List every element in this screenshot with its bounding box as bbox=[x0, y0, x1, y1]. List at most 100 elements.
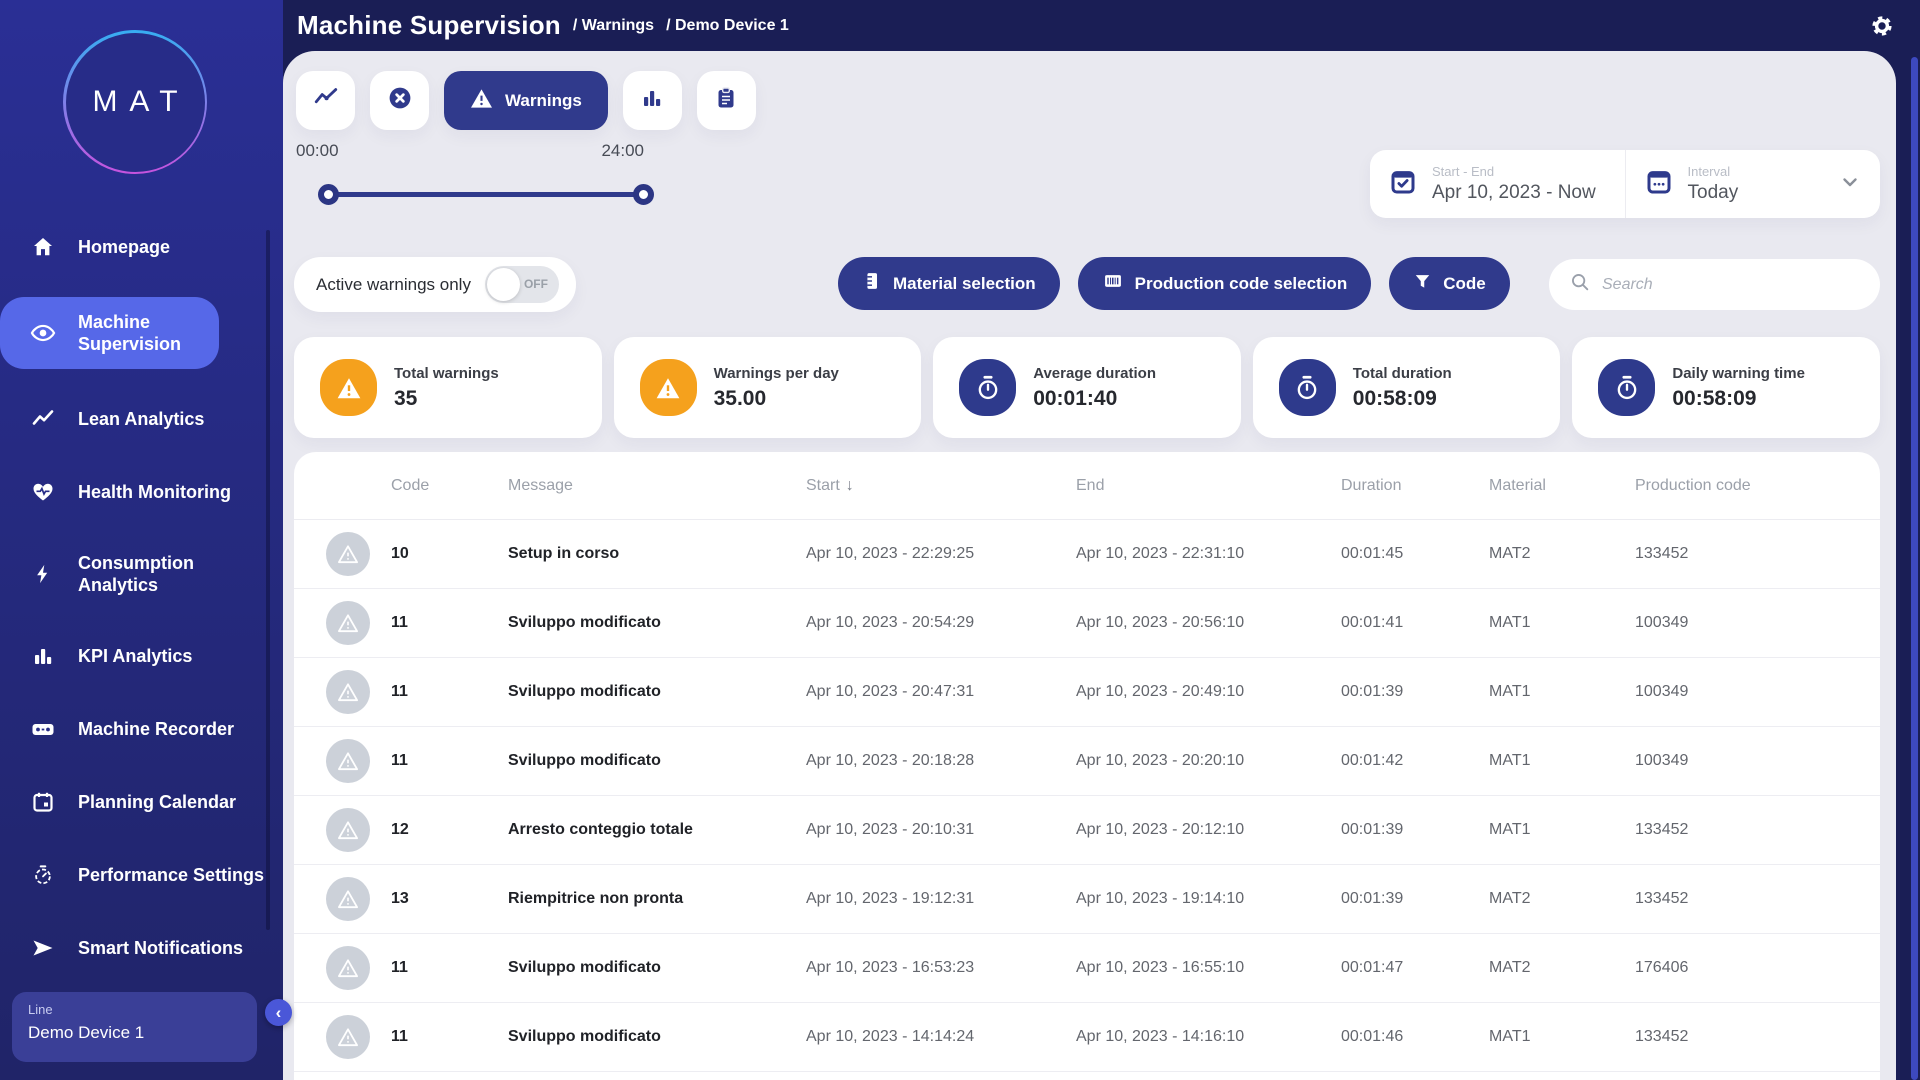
cell-message: Sviluppo modificato bbox=[508, 1028, 661, 1045]
sidebar-item-smart-notifications[interactable]: Smart Notifications bbox=[0, 925, 283, 971]
warning-triangle-icon bbox=[470, 88, 493, 114]
column-header-material[interactable]: Material bbox=[1489, 477, 1635, 495]
stopwatch-icon bbox=[1598, 359, 1656, 416]
search-icon bbox=[1569, 271, 1591, 298]
breadcrumb-item: Warnings bbox=[581, 16, 655, 34]
warning-circle-icon bbox=[326, 601, 370, 645]
sidebar-item-label: KPI Analytics bbox=[78, 646, 193, 666]
stat-label: Total duration bbox=[1352, 364, 1452, 382]
table-row[interactable]: 10 Setup in corso Apr 10, 2023 - 22:29:2… bbox=[294, 520, 1880, 589]
slider-end-label: 24:00 bbox=[601, 141, 644, 160]
breadcrumb: / Demo Device 1 bbox=[666, 17, 789, 35]
barcode-icon bbox=[1102, 271, 1124, 296]
cell-code: 11 bbox=[391, 614, 408, 631]
table-row[interactable]: 11 Sviluppo modificato Apr 10, 2023 - 20… bbox=[294, 658, 1880, 727]
settings-gear-icon[interactable] bbox=[1870, 14, 1894, 38]
material-selection-button[interactable]: Material selection bbox=[838, 257, 1060, 310]
sidebar-item-homepage[interactable]: Homepage bbox=[0, 224, 283, 270]
cell-duration: 00:01:41 bbox=[1341, 614, 1404, 631]
table-row[interactable]: 13 Riempitrice non pronta Apr 10, 2023 -… bbox=[294, 865, 1880, 934]
filter-buttons: Material selection Production code selec… bbox=[838, 257, 1510, 310]
stopwatch-icon bbox=[959, 359, 1017, 416]
cell-material: MAT2 bbox=[1489, 890, 1531, 907]
column-header-start[interactable]: Start ↓ bbox=[806, 477, 1076, 495]
table-row[interactable]: 12 Arresto conteggio totale Apr 10, 2023… bbox=[294, 796, 1880, 865]
table-row[interactable]: 11 Sviluppo modificato Apr 10, 2023 - 20… bbox=[294, 727, 1880, 796]
sidebar-collapse-button[interactable]: ‹ bbox=[265, 999, 292, 1026]
cell-start: Apr 10, 2023 - 22:29:25 bbox=[806, 545, 975, 562]
stat-cards: Total warnings 35 Warnings per day 35.00… bbox=[294, 337, 1880, 438]
slider-handle-end[interactable] bbox=[633, 184, 654, 205]
cell-code: 11 bbox=[391, 752, 408, 769]
trend-icon bbox=[30, 406, 56, 432]
slider-start-label: 00:00 bbox=[296, 141, 339, 160]
heart-pulse-icon bbox=[30, 479, 56, 505]
sidebar-item-machine-supervision[interactable]: Machine Supervision bbox=[0, 297, 219, 369]
sidebar-item-machine-recorder[interactable]: Machine Recorder bbox=[0, 706, 283, 752]
date-range-card: Start - End Apr 10, 2023 - Now Interval … bbox=[1370, 150, 1880, 218]
line-chart-icon bbox=[313, 85, 339, 116]
sidebar-scrollbar[interactable] bbox=[266, 230, 270, 930]
cell-production-code: 133452 bbox=[1635, 821, 1689, 838]
sidebar-item-label: Health Monitoring bbox=[78, 482, 231, 502]
active-warnings-toggle[interactable]: OFF bbox=[484, 266, 559, 303]
production-code-selection-label: Production code selection bbox=[1134, 273, 1348, 293]
cell-production-code: 100349 bbox=[1635, 683, 1689, 700]
sidebar-item-planning-calendar[interactable]: Planning Calendar bbox=[0, 779, 283, 825]
cell-material: MAT2 bbox=[1489, 959, 1531, 976]
warning-circle-icon bbox=[326, 877, 370, 921]
column-header-end[interactable]: End bbox=[1076, 477, 1341, 495]
cell-start: Apr 10, 2023 - 20:47:31 bbox=[806, 683, 975, 700]
table-row[interactable]: 11 Sviluppo modificato Apr 10, 2023 - 16… bbox=[294, 934, 1880, 1003]
cell-message: Sviluppo modificato bbox=[508, 959, 661, 976]
cell-start: Apr 10, 2023 - 16:53:23 bbox=[806, 959, 975, 976]
page-scrollbar[interactable] bbox=[1911, 57, 1918, 1080]
cell-production-code: 100349 bbox=[1635, 614, 1689, 631]
sidebar-item-lean-analytics[interactable]: Lean Analytics bbox=[0, 396, 283, 442]
warning-circle-icon bbox=[326, 670, 370, 714]
main-panel: Warnings 00:00 24:00 Start - End Apr 10,… bbox=[283, 51, 1896, 1080]
cell-material: MAT1 bbox=[1489, 821, 1531, 838]
slider-handle-start[interactable] bbox=[318, 184, 339, 205]
table-row[interactable]: 11 Sviluppo modificato Apr 10, 2023 - 14… bbox=[294, 1003, 1880, 1072]
cell-duration: 00:01:39 bbox=[1341, 890, 1404, 907]
cell-code: 12 bbox=[391, 821, 409, 838]
warning-triangle-icon bbox=[639, 359, 697, 416]
sidebar-item-health-monitoring[interactable]: Health Monitoring bbox=[0, 469, 283, 515]
cell-message: Setup in corso bbox=[508, 545, 620, 562]
production-code-selection-button[interactable]: Production code selection bbox=[1077, 257, 1372, 310]
cell-start: Apr 10, 2023 - 20:10:31 bbox=[806, 821, 975, 838]
sidebar-item-consumption-analytics[interactable]: Consumption Analytics bbox=[0, 542, 283, 606]
tab-errors[interactable] bbox=[370, 71, 429, 130]
warning-circle-icon bbox=[326, 532, 370, 576]
sidebar-item-performance-settings[interactable]: Performance Settings bbox=[0, 852, 283, 898]
cell-production-code: 176406 bbox=[1635, 959, 1689, 976]
code-filter-label: Code bbox=[1443, 273, 1486, 293]
clipboard-icon bbox=[714, 86, 738, 115]
page-title: Machine Supervision bbox=[297, 10, 561, 40]
code-filter-button[interactable]: Code bbox=[1389, 257, 1510, 310]
tab-trends[interactable] bbox=[296, 71, 355, 130]
cell-start: Apr 10, 2023 - 19:12:31 bbox=[806, 890, 975, 907]
sort-desc-icon: ↓ bbox=[845, 476, 854, 494]
tab-report[interactable] bbox=[696, 71, 756, 130]
cell-message: Sviluppo modificato bbox=[508, 752, 661, 769]
start-end-picker[interactable]: Start - End Apr 10, 2023 - Now bbox=[1370, 150, 1625, 218]
brand-logo-text: MAT bbox=[92, 85, 190, 118]
column-header-message[interactable]: Message bbox=[508, 477, 806, 495]
tab-statistics[interactable] bbox=[622, 71, 682, 130]
time-slider[interactable] bbox=[318, 184, 654, 205]
cell-code: 11 bbox=[391, 1028, 408, 1045]
breadcrumb: / Warnings bbox=[573, 17, 654, 35]
tab-warnings[interactable]: Warnings bbox=[444, 71, 608, 130]
table-row[interactable]: 11 Sviluppo modificato Apr 10, 2023 - 20… bbox=[294, 589, 1880, 658]
column-header-code[interactable]: Code bbox=[391, 477, 508, 495]
column-header-duration[interactable]: Duration bbox=[1341, 477, 1489, 495]
cell-material: MAT1 bbox=[1489, 614, 1531, 631]
interval-picker[interactable]: Interval Today bbox=[1624, 150, 1881, 218]
device-card[interactable]: Line Demo Device 1 bbox=[12, 992, 257, 1062]
column-header-production-code[interactable]: Production code bbox=[1635, 477, 1880, 495]
sidebar-item-kpi-analytics[interactable]: KPI Analytics bbox=[0, 633, 283, 679]
search-input[interactable] bbox=[1602, 275, 1860, 294]
warning-circle-icon bbox=[326, 808, 370, 852]
